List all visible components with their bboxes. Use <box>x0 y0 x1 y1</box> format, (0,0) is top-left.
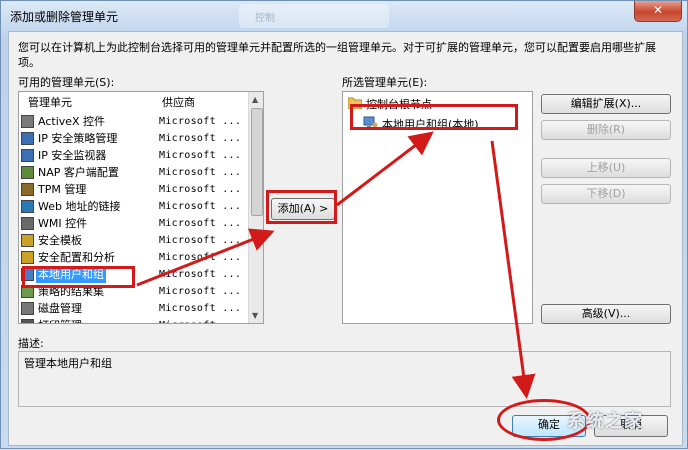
watermark-logo: 系统之家 <box>567 411 643 432</box>
arrow-to-ok <box>490 140 536 399</box>
snapin-dialog: 添加或删除管理单元 控制 ✕ 您可以在计算机上为此控制台选择可用的管理单元并配置… <box>0 0 688 449</box>
arrow-to-add <box>136 228 275 287</box>
arrow-to-selected <box>336 131 434 207</box>
annotation-arrows <box>136 131 536 399</box>
